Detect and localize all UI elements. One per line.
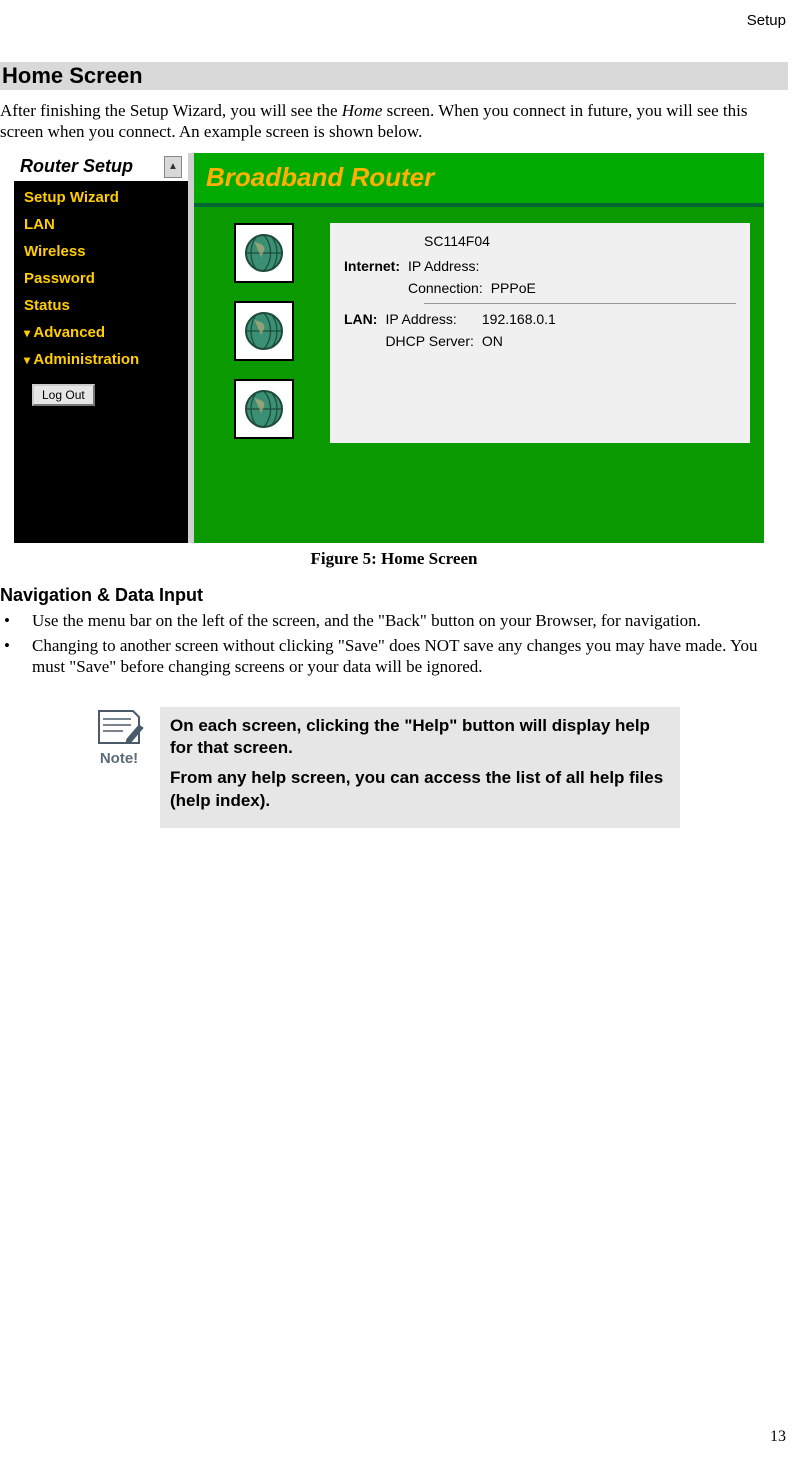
note-icon: Note!: [90, 707, 148, 827]
sidebar-item-password[interactable]: Password: [24, 270, 180, 287]
page-number: 13: [770, 1428, 786, 1446]
intro-paragraph: After finishing the Setup Wizard, you wi…: [0, 100, 788, 143]
internet-label: Internet:: [344, 255, 408, 277]
sidebar-item-status[interactable]: Status: [24, 297, 180, 314]
heading-home-screen: Home Screen: [0, 62, 788, 90]
lan-ip-label: IP Address:: [385, 308, 481, 330]
sidebar-title: Router Setup: [20, 156, 133, 177]
bullet-item: •Changing to another screen without clic…: [0, 635, 788, 678]
note-paragraph: On each screen, clicking the "Help" butt…: [170, 715, 670, 759]
logout-button[interactable]: Log Out: [32, 384, 95, 406]
intro-home-italic: Home: [342, 101, 383, 120]
sidebar-item-lan[interactable]: LAN: [24, 216, 180, 233]
content-pane: Broadband Router SC114F: [188, 153, 764, 543]
bullet-list: •Use the menu bar on the left of the scr…: [0, 610, 788, 678]
internet-ip-label: IP Address:: [408, 255, 491, 277]
banner-title: Broadband Router: [194, 153, 764, 207]
bullet-text: Use the menu bar on the left of the scre…: [32, 610, 701, 631]
bullet-item: •Use the menu bar on the left of the scr…: [0, 610, 788, 631]
lan-dhcp-label: DHCP Server:: [385, 330, 481, 352]
bullet-text: Changing to another screen without click…: [32, 635, 788, 678]
internet-conn-value: PPPoE: [491, 277, 544, 299]
sidebar-item-advanced[interactable]: Advanced: [24, 324, 180, 341]
sidebar-item-administration[interactable]: Administration: [24, 351, 180, 368]
globe-icon: [234, 379, 294, 439]
heading-navigation: Navigation & Data Input: [0, 585, 788, 606]
note-block: Note! On each screen, clicking the "Help…: [90, 707, 680, 827]
content-body: SC114F04 Internet: IP Address: Connectio…: [194, 207, 764, 543]
lan-ip-value: 192.168.0.1: [482, 308, 564, 330]
lan-dhcp-value: ON: [482, 330, 564, 352]
note-text-box: On each screen, clicking the "Help" butt…: [160, 707, 680, 827]
scroll-up-icon[interactable]: ▲: [164, 156, 182, 178]
sidebar-item-wireless[interactable]: Wireless: [24, 243, 180, 260]
intro-text-a: After finishing the Setup Wizard, you wi…: [0, 101, 342, 120]
note-label: Note!: [90, 750, 148, 767]
internet-conn-label: Connection:: [408, 277, 491, 299]
note-paragraph: From any help screen, you can access the…: [170, 767, 670, 811]
sidebar-title-bar: Router Setup ▲: [14, 153, 188, 181]
lan-label: LAN:: [344, 308, 385, 330]
globe-icon: [234, 301, 294, 361]
sidebar: Router Setup ▲ Setup Wizard LAN Wireless…: [14, 153, 188, 543]
globe-column: [214, 223, 314, 529]
sidebar-item-setup-wizard[interactable]: Setup Wizard: [24, 189, 180, 206]
router-screenshot: Router Setup ▲ Setup Wizard LAN Wireless…: [14, 153, 764, 543]
figure-caption: Figure 5: Home Screen: [0, 549, 788, 569]
figure-home-screen: Router Setup ▲ Setup Wizard LAN Wireless…: [14, 153, 788, 543]
sidebar-links: Setup Wizard LAN Wireless Password Statu…: [14, 181, 188, 368]
model-number: SC114F04: [424, 233, 736, 249]
globe-icon: [234, 223, 294, 283]
section-header: Setup: [747, 12, 786, 29]
internet-ip-value: [491, 255, 544, 277]
info-panel: SC114F04 Internet: IP Address: Connectio…: [330, 223, 750, 443]
